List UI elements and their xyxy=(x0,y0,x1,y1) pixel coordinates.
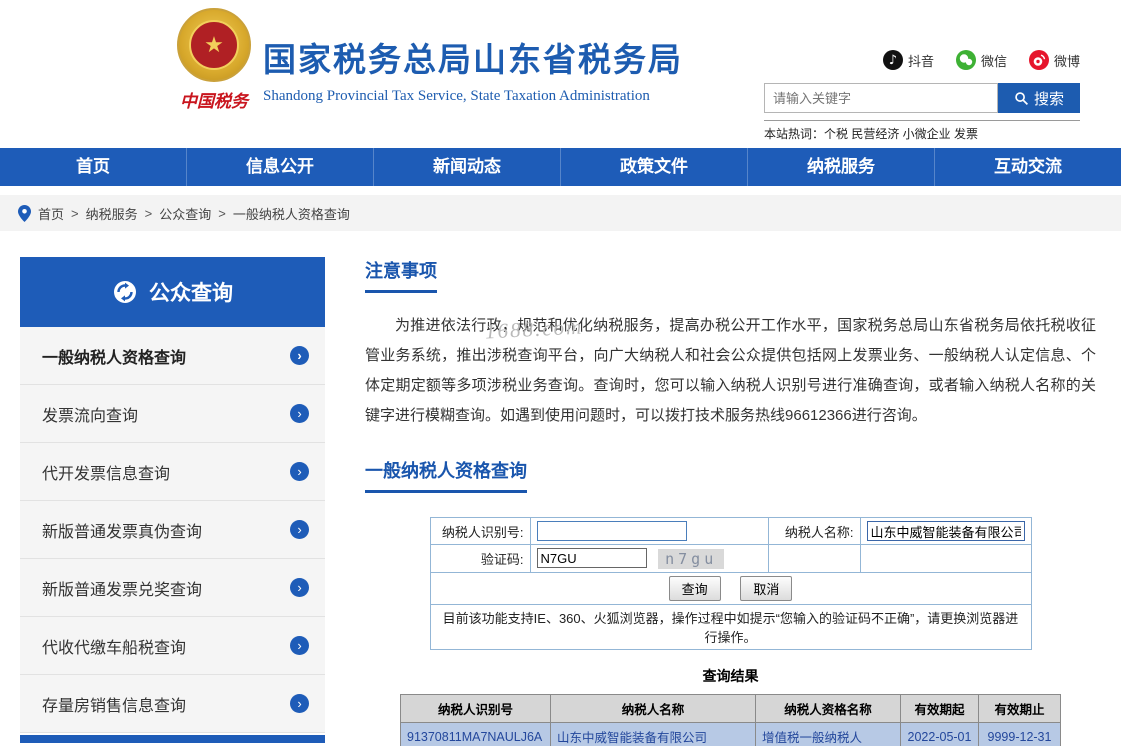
cell-valid-to: 9999-12-31 xyxy=(978,722,1061,746)
query-title: 一般纳税人资格查询 xyxy=(365,457,527,493)
chevron-right-icon: › xyxy=(290,462,309,481)
cell-valid-from: 2022-05-01 xyxy=(900,722,979,746)
results-header-row: 纳税人识别号 纳税人名称 纳税人资格名称 有效期起 有效期止 xyxy=(400,694,1061,724)
sidebar: 公众查询 一般纳税人资格查询 › 发票流向查询 › 代开发票信息查询 › 新版普… xyxy=(20,257,325,746)
nav-item-interaction[interactable]: 互动交流 xyxy=(935,148,1121,186)
sidebar-item-issued-invoice-query[interactable]: 代开发票信息查询 › xyxy=(20,443,325,501)
sidebar-item-label: 新版普通发票真伪查询 xyxy=(42,523,203,541)
sidebar-title: 公众查询 xyxy=(149,282,233,305)
sidebar-header: 公众查询 xyxy=(20,257,325,327)
notice-body: 为推进依法行政，规范和优化纳税服务，提高办税公开工作水平，国家税务总局山东省税务… xyxy=(365,317,1096,424)
tax-emblem-icon: ★ xyxy=(177,8,251,82)
browser-support-note: 目前该功能支持IE、360、火狐浏览器，操作过程中如提示“您输入的验证码不正确”… xyxy=(429,604,1032,651)
public-query-icon xyxy=(114,281,136,303)
weibo-label: 微博 xyxy=(1053,53,1080,69)
breadcrumb-home[interactable]: 首页 xyxy=(38,204,64,223)
chevron-right-icon: › xyxy=(290,694,309,713)
tin-input[interactable] xyxy=(536,521,687,541)
wechat-label: 微信 xyxy=(980,53,1007,69)
taxpayer-name-label: 纳税人名称: xyxy=(767,517,861,545)
cell-qualification: 增值税一般纳税人 xyxy=(755,722,901,746)
sidebar-item-general-taxpayer-query[interactable]: 一般纳税人资格查询 › xyxy=(20,327,325,385)
wechat-icon xyxy=(955,50,976,70)
sidebar-item-invoice-lottery-query[interactable]: 新版普通发票兑奖查询 › xyxy=(20,559,325,617)
chevron-right-icon: › xyxy=(290,520,309,539)
weibo-link[interactable]: 微博 xyxy=(1028,50,1080,70)
query-form: 纳税人识别号: 纳税人名称: 验证码: n7gu 查询 xyxy=(429,517,1032,651)
breadcrumb-separator: > xyxy=(218,205,226,221)
sidebar-item-invoice-authenticity-query[interactable]: 新版普通发票真伪查询 › xyxy=(20,501,325,559)
chevron-right-icon: › xyxy=(290,578,309,597)
breadcrumb-separator: > xyxy=(144,205,153,221)
captcha-label: 验证码: xyxy=(429,543,531,574)
nav-item-tax-service[interactable]: 纳税服务 xyxy=(748,148,935,186)
breadcrumb-separator: > xyxy=(71,205,79,221)
chevron-right-icon: › xyxy=(290,636,309,655)
douyin-link[interactable]: ♪ 抖音 xyxy=(882,50,934,70)
sidebar-item-invoice-flow-query[interactable]: 发票流向查询 › xyxy=(20,385,325,443)
taxpayer-name-input[interactable] xyxy=(866,521,1025,541)
cell-tin: 91370811MA7NAULJ6A xyxy=(400,722,551,746)
weibo-icon xyxy=(1028,50,1049,70)
breadcrumb-tax-service[interactable]: 纳税服务 xyxy=(86,204,138,223)
breadcrumb-public-query[interactable]: 公众查询 xyxy=(159,204,211,223)
col-qualification: 纳税人资格名称 xyxy=(755,694,901,724)
douyin-icon: ♪ xyxy=(882,50,903,70)
search-button[interactable]: 搜索 xyxy=(998,83,1080,113)
query-submit-button[interactable]: 查询 xyxy=(668,576,721,602)
emblem-star-icon: ★ xyxy=(189,20,239,70)
col-name: 纳税人名称 xyxy=(550,694,756,724)
results-title: 查询结果 xyxy=(702,668,759,685)
site-subtitle: Shandong Provincial Tax Service, State T… xyxy=(263,88,650,104)
social-links: ♪ 抖音 微信 微博 xyxy=(764,50,1080,70)
main-nav: 首页 信息公开 新闻动态 政策文件 纳税服务 互动交流 xyxy=(0,148,1121,186)
cell-name: 山东中威智能装备有限公司 xyxy=(550,722,756,746)
tin-label: 纳税人识别号: xyxy=(429,517,531,545)
sidebar-item-label: 新版普通发票兑奖查询 xyxy=(42,581,203,599)
search-button-label: 搜索 xyxy=(1033,90,1064,108)
nav-item-home[interactable]: 首页 xyxy=(0,148,187,186)
wechat-link[interactable]: 微信 xyxy=(955,50,1007,70)
content-area: 公众查询 一般纳税人资格查询 › 发票流向查询 › 代开发票信息查询 › 新版普… xyxy=(0,231,1121,746)
site-logo: ★ 中国税务 xyxy=(166,8,262,112)
chevron-right-icon: › xyxy=(290,346,309,365)
douyin-label: 抖音 xyxy=(907,53,934,69)
col-valid-to: 有效期止 xyxy=(978,694,1061,724)
query-cancel-button[interactable]: 取消 xyxy=(740,576,793,602)
notice-title: 注意事项 xyxy=(365,257,437,293)
sidebar-item-label: 一般纳税人资格查询 xyxy=(42,349,187,367)
sidebar-item-vehicle-vessel-tax-query[interactable]: 代收代缴车船税查询 › xyxy=(20,617,325,675)
captcha-input[interactable] xyxy=(536,548,647,568)
header-right: ♪ 抖音 微信 微博 搜索 本站热词：个税 民营经济 xyxy=(764,50,1080,142)
main-panel: 注意事项 为推进依法行政，规范和优化纳税服务，提高办税公开工作水平，国家税务总局… xyxy=(365,257,1096,746)
nav-item-policy[interactable]: 政策文件 xyxy=(561,148,748,186)
col-valid-from: 有效期起 xyxy=(900,694,979,724)
hot-words[interactable]: 本站热词：个税 民营经济 小微企业 发票 xyxy=(764,120,1080,142)
captcha-image[interactable]: n7gu xyxy=(658,549,725,570)
sidebar-item-label: 代收代缴车船税查询 xyxy=(42,639,187,657)
logo-caption: 中国税务 xyxy=(180,92,248,111)
site-title-block: 国家税务总局山东省税务局 Shandong Provincial Tax Ser… xyxy=(263,33,683,105)
query-section: 一般纳税人资格查询 纳税人识别号: 纳税人名称: 验证码: n7gu xyxy=(365,457,1096,746)
site-header: ★ 中国税务 国家税务总局山东省税务局 Shandong Provincial … xyxy=(0,0,1121,148)
sidebar-item-label: 发票流向查询 xyxy=(42,407,139,425)
location-pin-icon xyxy=(18,204,31,222)
sidebar-item-housing-sales-query[interactable]: 存量房销售信息查询 › xyxy=(20,675,325,733)
search-input[interactable] xyxy=(764,83,998,113)
sidebar-item-label: 存量房销售信息查询 xyxy=(42,697,187,715)
nav-item-info-disclosure[interactable]: 信息公开 xyxy=(187,148,374,186)
sidebar-item-label: 代开发票信息查询 xyxy=(42,465,171,483)
search-bar: 搜索 xyxy=(764,83,1080,113)
col-tin: 纳税人识别号 xyxy=(400,694,551,724)
sidebar-footer-strip xyxy=(20,735,325,743)
table-row[interactable]: 91370811MA7NAULJ6A 山东中威智能装备有限公司 增值税一般纳税人… xyxy=(400,722,1061,746)
search-icon xyxy=(1015,91,1028,105)
breadcrumb-current: 一般纳税人资格查询 xyxy=(232,206,350,222)
site-title: 国家税务总局山东省税务局 xyxy=(263,41,683,78)
nav-item-news[interactable]: 新闻动态 xyxy=(374,148,561,186)
breadcrumb: 首页 > 纳税服务 > 公众查询 > 一般纳税人资格查询 xyxy=(0,195,1121,231)
results-table: 纳税人识别号 纳税人名称 纳税人资格名称 有效期起 有效期止 91370811M… xyxy=(400,694,1061,746)
chevron-right-icon: › xyxy=(290,404,309,423)
